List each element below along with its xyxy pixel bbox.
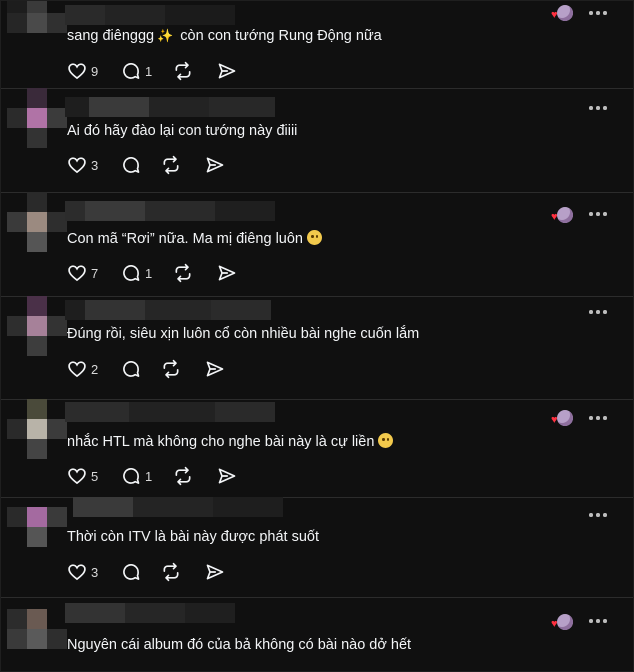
pleading-face-emoji	[307, 230, 323, 245]
like-button[interactable]: 5	[67, 465, 98, 487]
speech-bubble-icon	[123, 361, 140, 377]
avatar[interactable]	[7, 399, 67, 461]
neutral-face-emoji	[378, 433, 394, 448]
comment-text: Ai đó hãy đào lại con tướng này điiii	[67, 123, 298, 139]
repost-arrows-icon	[175, 61, 191, 81]
comment-text: Đúng rồi, siêu xịn luôn cổ còn nhiều bài…	[67, 326, 420, 342]
comment-post: ♥ Con mã “Rơi” nữa. Ma mị điêng luôn 7 1	[1, 192, 633, 297]
like-count: 3	[91, 157, 99, 173]
more-options-icon[interactable]	[589, 412, 609, 424]
reply-button[interactable]	[121, 154, 141, 176]
comment-text: Nguyên cái album đó của bả không có bài …	[67, 637, 412, 653]
like-button[interactable]: 7	[67, 262, 98, 284]
speech-bubble-icon	[123, 157, 140, 173]
comment-feed: ♥ sang điênggg ✨ còn con tướng Rung Động …	[0, 0, 634, 672]
comment-text: Thời còn ITV là bài này được phát suốt	[67, 529, 319, 545]
heart-outline-icon	[68, 265, 86, 282]
speech-bubble-icon	[123, 564, 140, 580]
share-button[interactable]	[217, 262, 237, 284]
avatar[interactable]	[7, 88, 67, 150]
speech-bubble-icon	[123, 265, 140, 281]
paper-plane-icon	[218, 63, 236, 79]
avatar[interactable]	[7, 609, 67, 671]
like-button[interactable]: 3	[67, 154, 98, 176]
reply-count: 1	[145, 265, 153, 281]
paper-plane-icon	[206, 157, 224, 173]
like-button[interactable]: 3	[67, 561, 98, 583]
repost-arrows-icon	[163, 562, 179, 582]
repost-arrows-icon	[175, 263, 191, 283]
repost-arrows-icon	[175, 466, 191, 486]
sparkles-emoji: ✨	[157, 28, 174, 43]
like-button[interactable]: 9	[67, 60, 98, 82]
heart-outline-icon	[68, 361, 86, 378]
comment-post: ♥ nhắc HTL mà không cho nghe bài này là …	[1, 399, 633, 498]
heart-outline-icon	[68, 468, 86, 485]
reply-count: 1	[145, 468, 153, 484]
share-button[interactable]	[205, 561, 225, 583]
avatar[interactable]	[7, 192, 67, 254]
repost-button[interactable]	[161, 154, 181, 176]
reply-button[interactable]	[121, 358, 141, 380]
repost-button[interactable]	[161, 358, 181, 380]
repost-button[interactable]	[173, 262, 193, 284]
more-options-icon[interactable]	[589, 615, 609, 627]
more-options-icon[interactable]	[589, 509, 609, 521]
paper-plane-icon	[218, 468, 236, 484]
more-options-icon[interactable]	[589, 7, 609, 19]
repost-arrows-icon	[163, 359, 179, 379]
reply-button[interactable]	[121, 561, 141, 583]
like-count: 7	[91, 265, 99, 281]
share-button[interactable]	[205, 154, 225, 176]
liked-by-author-icon: ♥	[551, 614, 575, 632]
liked-by-author-icon: ♥	[551, 5, 575, 23]
comment-post: Đúng rồi, siêu xịn luôn cổ còn nhiều bài…	[1, 296, 633, 400]
repost-button[interactable]	[173, 60, 193, 82]
paper-plane-icon	[218, 265, 236, 281]
heart-outline-icon	[68, 564, 86, 581]
like-count: 2	[91, 361, 99, 377]
comment-post: ♥ Nguyên cái album đó của bả không có bà…	[1, 597, 633, 671]
reply-button[interactable]: 1	[121, 262, 152, 284]
comment-text: sang điênggg ✨ còn con tướng Rung Động nữ…	[67, 28, 382, 44]
comment-post: ♥ sang điênggg ✨ còn con tướng Rung Động …	[1, 1, 633, 89]
paper-plane-icon	[206, 564, 224, 580]
heart-outline-icon	[68, 157, 86, 174]
like-count: 3	[91, 564, 99, 580]
more-options-icon[interactable]	[589, 102, 609, 114]
repost-arrows-icon	[163, 155, 179, 175]
comment-text: nhắc HTL mà không cho nghe bài này là cự…	[67, 432, 394, 452]
like-button[interactable]: 2	[67, 358, 98, 380]
repost-button[interactable]	[173, 465, 193, 487]
liked-by-author-icon: ♥	[551, 410, 575, 428]
comment-text: Con mã “Rơi” nữa. Ma mị điêng luôn	[67, 229, 323, 249]
comment-post: Thời còn ITV là bài này được phát suốt 3	[1, 497, 633, 598]
like-count: 9	[91, 63, 99, 79]
liked-by-author-icon: ♥	[551, 207, 575, 225]
share-button[interactable]	[217, 60, 237, 82]
more-options-icon[interactable]	[589, 306, 609, 318]
speech-bubble-icon	[123, 63, 140, 79]
share-button[interactable]	[217, 465, 237, 487]
comment-post: Ai đó hãy đào lại con tướng này điiii 3	[1, 88, 633, 193]
reply-button[interactable]: 1	[121, 60, 152, 82]
paper-plane-icon	[206, 361, 224, 377]
avatar[interactable]	[7, 497, 67, 559]
more-options-icon[interactable]	[589, 208, 609, 220]
reply-button[interactable]: 1	[121, 465, 152, 487]
reply-count: 1	[145, 63, 153, 79]
avatar[interactable]	[7, 1, 67, 55]
share-button[interactable]	[205, 358, 225, 380]
avatar[interactable]	[7, 296, 67, 358]
like-count: 5	[91, 468, 99, 484]
speech-bubble-icon	[123, 468, 140, 484]
repost-button[interactable]	[161, 561, 181, 583]
heart-outline-icon	[68, 63, 86, 80]
